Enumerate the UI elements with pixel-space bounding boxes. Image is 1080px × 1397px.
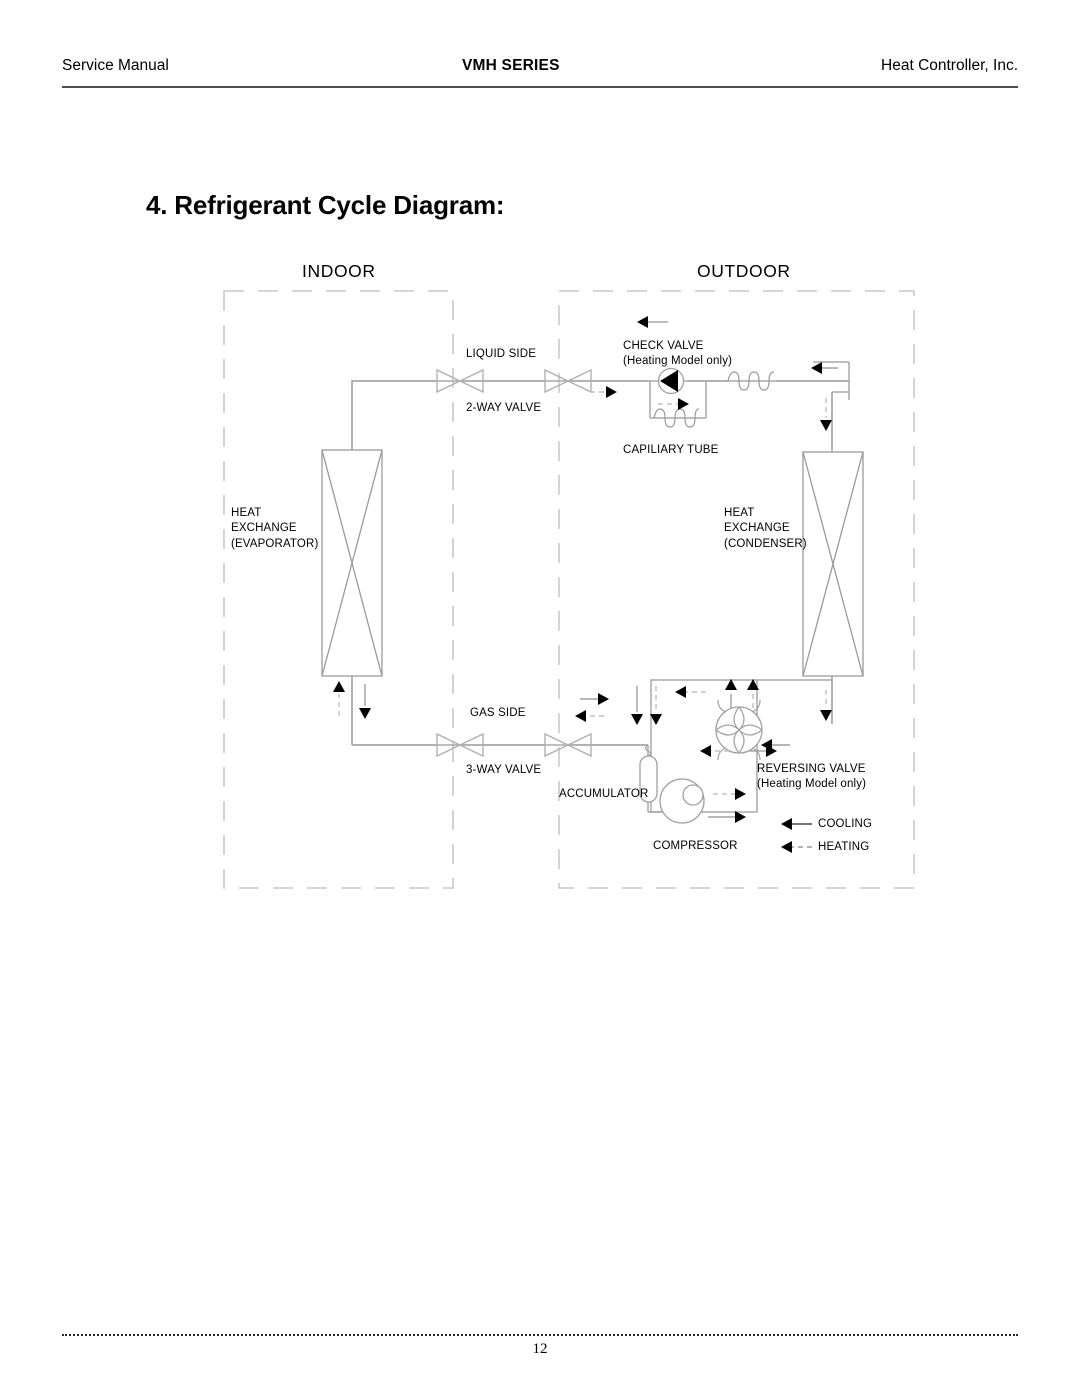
label-accumulator: ACCUMULATOR: [559, 788, 649, 800]
legend-arrow-cooling: [781, 818, 812, 830]
flow-arrow-accumulator-in-cooling: [631, 686, 643, 725]
label-check-valve: CHECK VALVE: [623, 340, 704, 352]
label-condenser-line2: EXCHANGE: [724, 522, 790, 534]
pipe-segments: [351, 361, 850, 746]
label-evaporator-line1: HEAT: [231, 507, 262, 519]
label-condenser-line1: HEAT: [724, 507, 755, 519]
heat-exchanger-evaporator: [321, 449, 383, 677]
flow-arrow-rv-box-down: [820, 690, 832, 721]
label-check-valve-note: (Heating Model only): [623, 355, 733, 367]
page-number: 12: [532, 1341, 548, 1357]
label-3way-valve: 3-WAY VALVE: [466, 764, 542, 776]
flow-arrow-accumulator-in-heating: [650, 686, 662, 725]
flow-arrow-heating-rv-left: [675, 686, 706, 698]
label-reversing-valve: REVERSING VALVE: [757, 763, 866, 775]
label-liquid-side: LIQUID SIDE: [466, 348, 537, 360]
flow-arrow-rv-up-cooling: [725, 679, 737, 708]
flow-arrow-cooling-gas-right: [580, 693, 609, 705]
legend-label-cooling: COOLING: [818, 818, 873, 830]
label-2way-valve: 2-WAY VALVE: [466, 402, 542, 414]
label-reversing-valve-note: (Heating Model only): [757, 778, 867, 790]
flow-arrow-heating-evap-up: [333, 681, 345, 716]
compressor-symbol: [659, 778, 705, 824]
refrigerant-cycle-diagram: [0, 0, 1080, 1397]
flow-arrow-cooling-condenser-in: [811, 362, 838, 374]
flow-arrow-condenser-out-left: [761, 739, 790, 751]
label-evaporator-line2: EXCHANGE: [231, 522, 297, 534]
label-condenser-line3: (CONDENSER): [724, 538, 807, 550]
pipe-network: [351, 380, 850, 813]
label-gas-side: GAS SIDE: [470, 707, 526, 719]
flow-arrow-cooling-liquid: [590, 386, 617, 398]
flow-arrow-cooling-evap-down: [359, 684, 371, 719]
flow-arrow-heating-top: [637, 316, 668, 328]
heat-exchanger-condenser: [802, 451, 864, 677]
flow-arrow-heating-gas-left: [575, 710, 604, 722]
label-evaporator-line3: (EVAPORATOR): [231, 538, 319, 550]
check-valve-symbol: [657, 367, 685, 395]
label-capillary-tube: CAPILIARY TUBE: [623, 444, 719, 456]
flow-arrow-heating-bypass: [658, 398, 689, 410]
label-compressor: COMPRESSOR: [653, 840, 738, 852]
footer-divider-rule: [62, 1334, 1018, 1336]
legend-label-heating: HEATING: [818, 841, 870, 853]
flow-arrow-compressor-out-heating: [713, 788, 746, 800]
legend-arrow-heating: [781, 841, 812, 853]
flow-arrow-compressor-out-cooling: [708, 811, 746, 823]
flow-arrow-heating-condenser-down: [820, 398, 832, 431]
